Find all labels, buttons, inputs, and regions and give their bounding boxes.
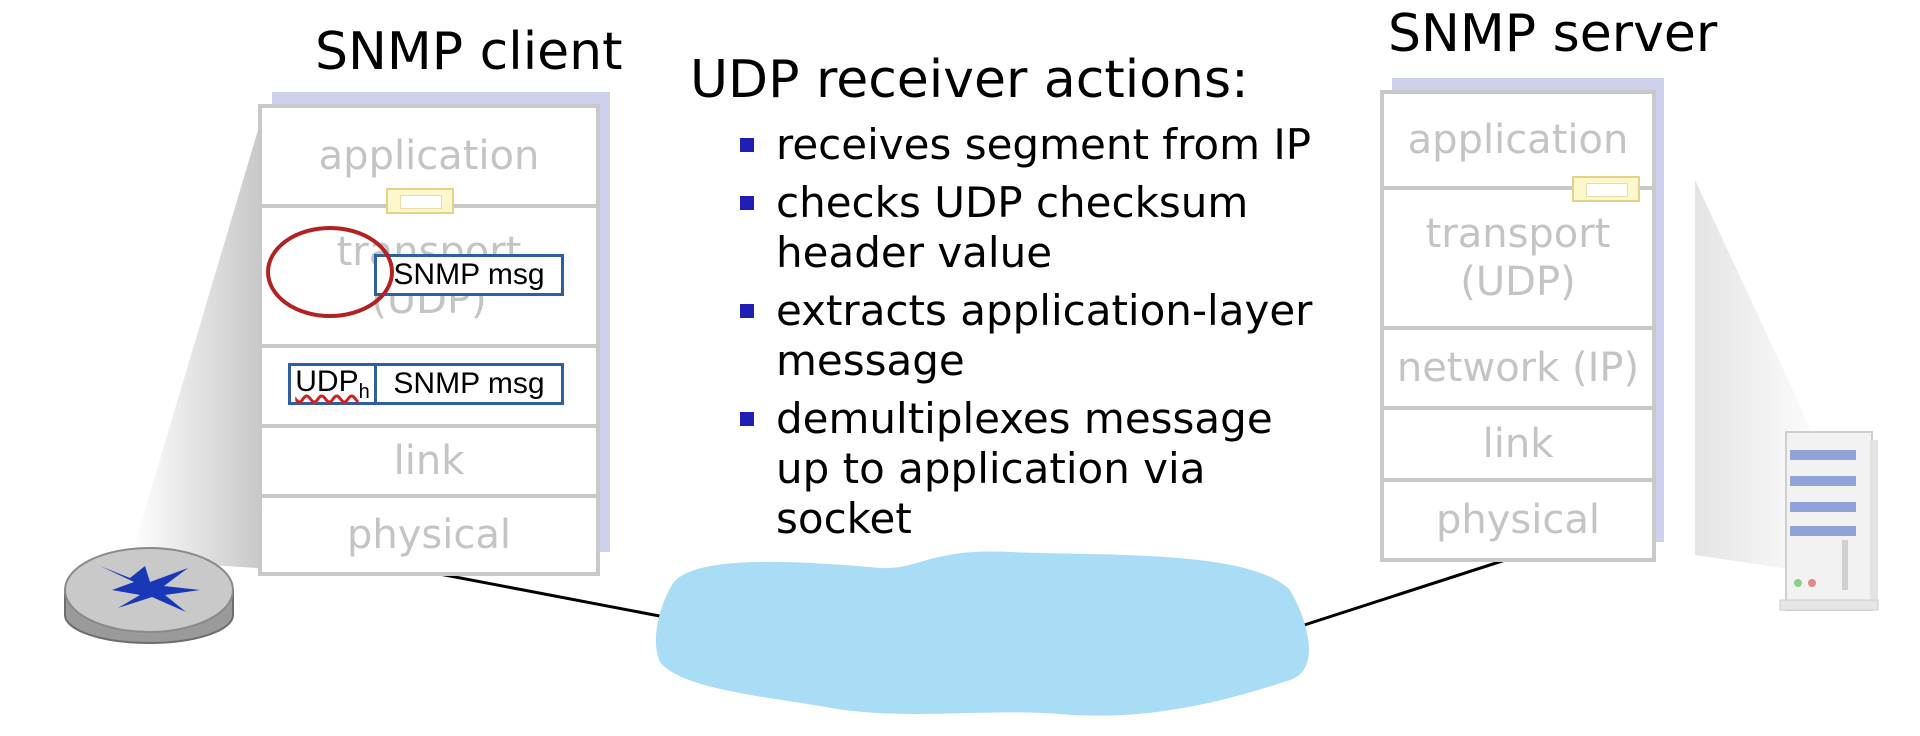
client-zoom-cone bbox=[130, 130, 258, 568]
transport-snmp-msg: SNMP msg bbox=[374, 254, 564, 296]
action-item: receives segment from IP bbox=[740, 120, 1336, 170]
actions-title: UDP receiver actions: bbox=[690, 50, 1249, 110]
server-layer-physical: physical bbox=[1436, 497, 1600, 543]
actions-list: receives segment from IP checks UDP chec… bbox=[740, 120, 1336, 552]
client-layer-physical: physical bbox=[347, 512, 511, 558]
bullet-icon bbox=[740, 138, 754, 152]
bullet-icon bbox=[740, 412, 754, 426]
server-protocol-stack: application transport (UDP) network (IP)… bbox=[1380, 90, 1656, 562]
bullet-icon bbox=[740, 304, 754, 318]
client-layer-link: link bbox=[262, 428, 596, 498]
server-layer-network: network (IP) bbox=[1384, 330, 1652, 410]
server-link-line bbox=[1294, 550, 1531, 630]
network-snmp-msg: SNMP msg bbox=[374, 363, 564, 405]
action-item: demultiplexes message up to application … bbox=[740, 394, 1336, 544]
action-item: extracts application-layer message bbox=[740, 286, 1336, 386]
client-socket-icon bbox=[386, 188, 454, 214]
udp-header-label: UDPh bbox=[295, 364, 370, 403]
client-title: SNMP client bbox=[315, 22, 623, 82]
network-cloud bbox=[655, 551, 1309, 716]
server-socket-icon bbox=[1572, 176, 1640, 202]
server-layer-link: link bbox=[1384, 410, 1652, 482]
router-icon bbox=[64, 547, 234, 644]
udp-receiver-diagram: SNMP client application transport (UDP) … bbox=[0, 0, 1920, 736]
server-icon bbox=[1779, 431, 1879, 611]
client-protocol-stack: application transport (UDP) link physica… bbox=[258, 104, 600, 576]
server-title: SNMP server bbox=[1388, 4, 1718, 64]
udp-header-box: UDPh bbox=[288, 363, 374, 405]
action-item: checks UDP checksum header value bbox=[740, 178, 1336, 278]
server-layer-transport: transport (UDP) bbox=[1384, 190, 1652, 330]
bullet-icon bbox=[740, 196, 754, 210]
